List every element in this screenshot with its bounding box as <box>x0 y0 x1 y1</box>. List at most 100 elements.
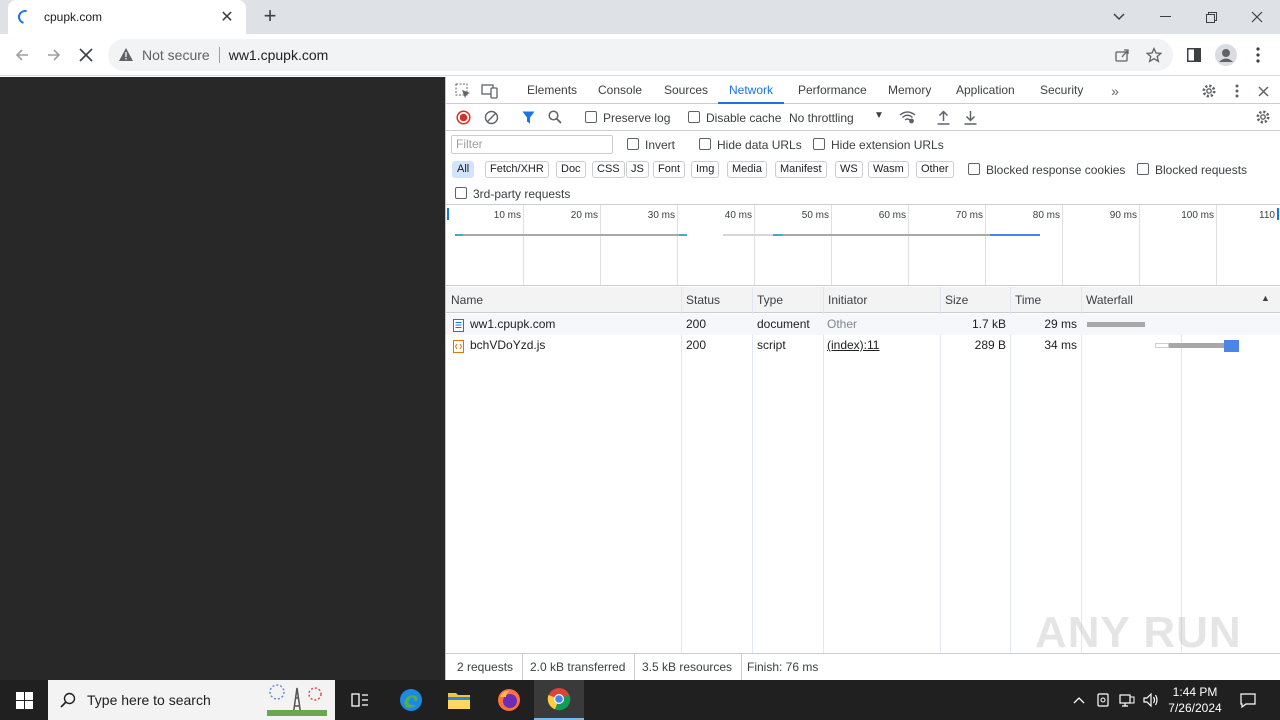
chrome-taskbar-icon[interactable] <box>534 680 584 720</box>
tab-sources[interactable]: Sources <box>664 77 708 104</box>
chrome-menu-icon[interactable] <box>1245 42 1271 68</box>
request-initiator-link[interactable]: (index):11 <box>827 335 879 356</box>
column-header-status[interactable]: Status <box>681 287 752 313</box>
windows-start-icon[interactable] <box>0 680 48 720</box>
filter-chip-all[interactable]: All <box>452 161 475 178</box>
overview-gridline <box>600 205 601 285</box>
taskbar-clock[interactable]: 1:44 PM 7/26/2024 <box>1164 680 1226 720</box>
blocked-requests-checkbox[interactable] <box>1137 163 1149 175</box>
file-explorer-icon[interactable] <box>438 680 480 720</box>
filter-chip-wasm[interactable]: Wasm <box>868 161 909 178</box>
disable-cache-checkbox[interactable] <box>688 111 700 123</box>
tab-performance[interactable]: Performance <box>798 77 867 104</box>
overview-right-handle[interactable] <box>1277 208 1279 220</box>
preserve-log-checkbox[interactable] <box>585 111 597 123</box>
network-tray-icon[interactable] <box>1116 680 1138 720</box>
waterfall-bar[interactable] <box>1224 340 1239 352</box>
filter-chip-manifest[interactable]: Manifest <box>775 161 827 178</box>
sort-ascending-icon[interactable]: ▲ <box>1261 293 1270 303</box>
show-hidden-icons-chevron-icon[interactable] <box>1068 680 1090 720</box>
network-conditions-wifi-icon[interactable] <box>897 107 917 127</box>
security-label[interactable]: Not secure <box>142 47 220 63</box>
table-row[interactable]: bchVDoYzd.js 200 script (index):11 289 B… <box>446 335 1280 356</box>
tab-security[interactable]: Security <box>1040 77 1083 104</box>
share-icon[interactable] <box>1108 39 1136 71</box>
more-tabs-chevron-icon[interactable]: » <box>1105 81 1125 101</box>
omnibox[interactable]: Not secure ww1.cpupk.com <box>108 39 1173 71</box>
invert-checkbox[interactable] <box>627 138 639 150</box>
search-icon[interactable] <box>545 107 565 127</box>
task-view-icon[interactable] <box>340 680 380 720</box>
filter-chip-other[interactable]: Other <box>916 161 954 178</box>
column-header-initiator[interactable]: Initiator <box>823 287 940 313</box>
filter-input[interactable]: Filter <box>451 135 613 154</box>
filter-chip-ws[interactable]: WS <box>835 161 863 178</box>
close-window-button[interactable] <box>1234 0 1280 34</box>
hide-data-urls-checkbox[interactable] <box>699 138 711 150</box>
filter-chip-img[interactable]: Img <box>691 161 720 178</box>
tab-memory[interactable]: Memory <box>888 77 931 104</box>
tab-elements[interactable]: Elements <box>527 77 577 104</box>
waterfall-bar[interactable] <box>1087 322 1145 327</box>
settings-gear-icon[interactable] <box>1199 81 1219 101</box>
import-har-upload-icon[interactable] <box>933 107 953 127</box>
inspect-element-icon[interactable] <box>453 81 473 101</box>
request-name[interactable]: bchVDoYzd.js <box>470 335 545 356</box>
request-name[interactable]: ww1.cpupk.com <box>470 314 555 335</box>
taskbar-search-box[interactable]: Type here to search <box>48 680 335 720</box>
blocked-response-cookies-checkbox[interactable] <box>968 163 980 175</box>
column-header-name[interactable]: Name <box>446 287 681 313</box>
waterfall-bar[interactable] <box>1169 343 1224 348</box>
tab-console[interactable]: Console <box>598 77 642 104</box>
warning-icon[interactable] <box>118 47 134 63</box>
bookmark-star-icon[interactable] <box>1140 39 1168 71</box>
device-tray-icon[interactable] <box>1093 680 1113 720</box>
tab-search-button[interactable] <box>1096 0 1142 34</box>
close-devtools-icon[interactable] <box>1253 81 1273 101</box>
side-panel-icon[interactable] <box>1181 42 1207 68</box>
record-stop-icon[interactable] <box>453 107 473 127</box>
close-tab-icon[interactable]: ✕ <box>218 7 236 27</box>
back-button[interactable] <box>9 42 35 68</box>
browser-tab[interactable]: cpupk.com ✕ <box>8 0 246 34</box>
blocked-requests-label: Blocked requests <box>1155 163 1248 177</box>
hide-extension-urls-checkbox[interactable] <box>813 138 825 150</box>
devtools-menu-icon[interactable] <box>1227 81 1247 101</box>
tab-application[interactable]: Application <box>956 77 1015 104</box>
column-header-size[interactable]: Size <box>940 287 1010 313</box>
third-party-requests-checkbox[interactable] <box>455 187 467 199</box>
clear-icon[interactable] <box>481 107 501 127</box>
network-overview-timeline[interactable]: 10 ms 20 ms 30 ms 40 ms 50 ms 60 ms 70 m… <box>446 204 1280 286</box>
notification-center-icon[interactable] <box>1232 680 1264 720</box>
filter-chip-font[interactable]: Font <box>653 161 686 178</box>
throttling-select[interactable]: No throttling <box>789 111 854 125</box>
waterfall-bar[interactable] <box>1155 343 1169 348</box>
url-text[interactable]: ww1.cpupk.com <box>229 47 1173 63</box>
forward-button[interactable] <box>41 42 67 68</box>
filter-chip-fetch-xhr[interactable]: Fetch/XHR <box>485 161 549 178</box>
device-toolbar-icon[interactable] <box>480 81 500 101</box>
filter-chip-js[interactable]: JS <box>626 161 649 178</box>
request-initiator: Other <box>827 317 858 331</box>
filter-chip-media[interactable]: Media <box>727 161 767 178</box>
export-har-download-icon[interactable] <box>960 107 980 127</box>
column-header-time[interactable]: Time <box>1010 287 1081 313</box>
edge-browser-icon[interactable] <box>390 680 432 720</box>
restore-button[interactable] <box>1188 0 1234 34</box>
column-header-waterfall[interactable]: Waterfall <box>1081 287 1280 313</box>
volume-tray-icon[interactable] <box>1140 680 1162 720</box>
network-settings-gear-icon[interactable] <box>1253 107 1273 127</box>
filter-chip-doc[interactable]: Doc <box>556 161 586 178</box>
filter-chip-css[interactable]: CSS <box>592 161 625 178</box>
firefox-icon[interactable] <box>488 680 530 720</box>
table-row[interactable]: ww1.cpupk.com 200 document Other 1.7 kB … <box>446 314 1280 335</box>
throttling-dropdown-arrow-icon[interactable]: ▼ <box>874 110 884 121</box>
profile-avatar-icon[interactable] <box>1213 42 1239 68</box>
overview-left-handle[interactable] <box>447 208 449 220</box>
tab-network[interactable]: Network <box>718 77 785 104</box>
minimize-button[interactable] <box>1142 0 1188 34</box>
stop-loading-button[interactable] <box>73 42 99 68</box>
column-header-type[interactable]: Type <box>752 287 823 313</box>
new-tab-button[interactable]: + <box>258 4 282 28</box>
filter-funnel-icon[interactable] <box>518 107 538 127</box>
